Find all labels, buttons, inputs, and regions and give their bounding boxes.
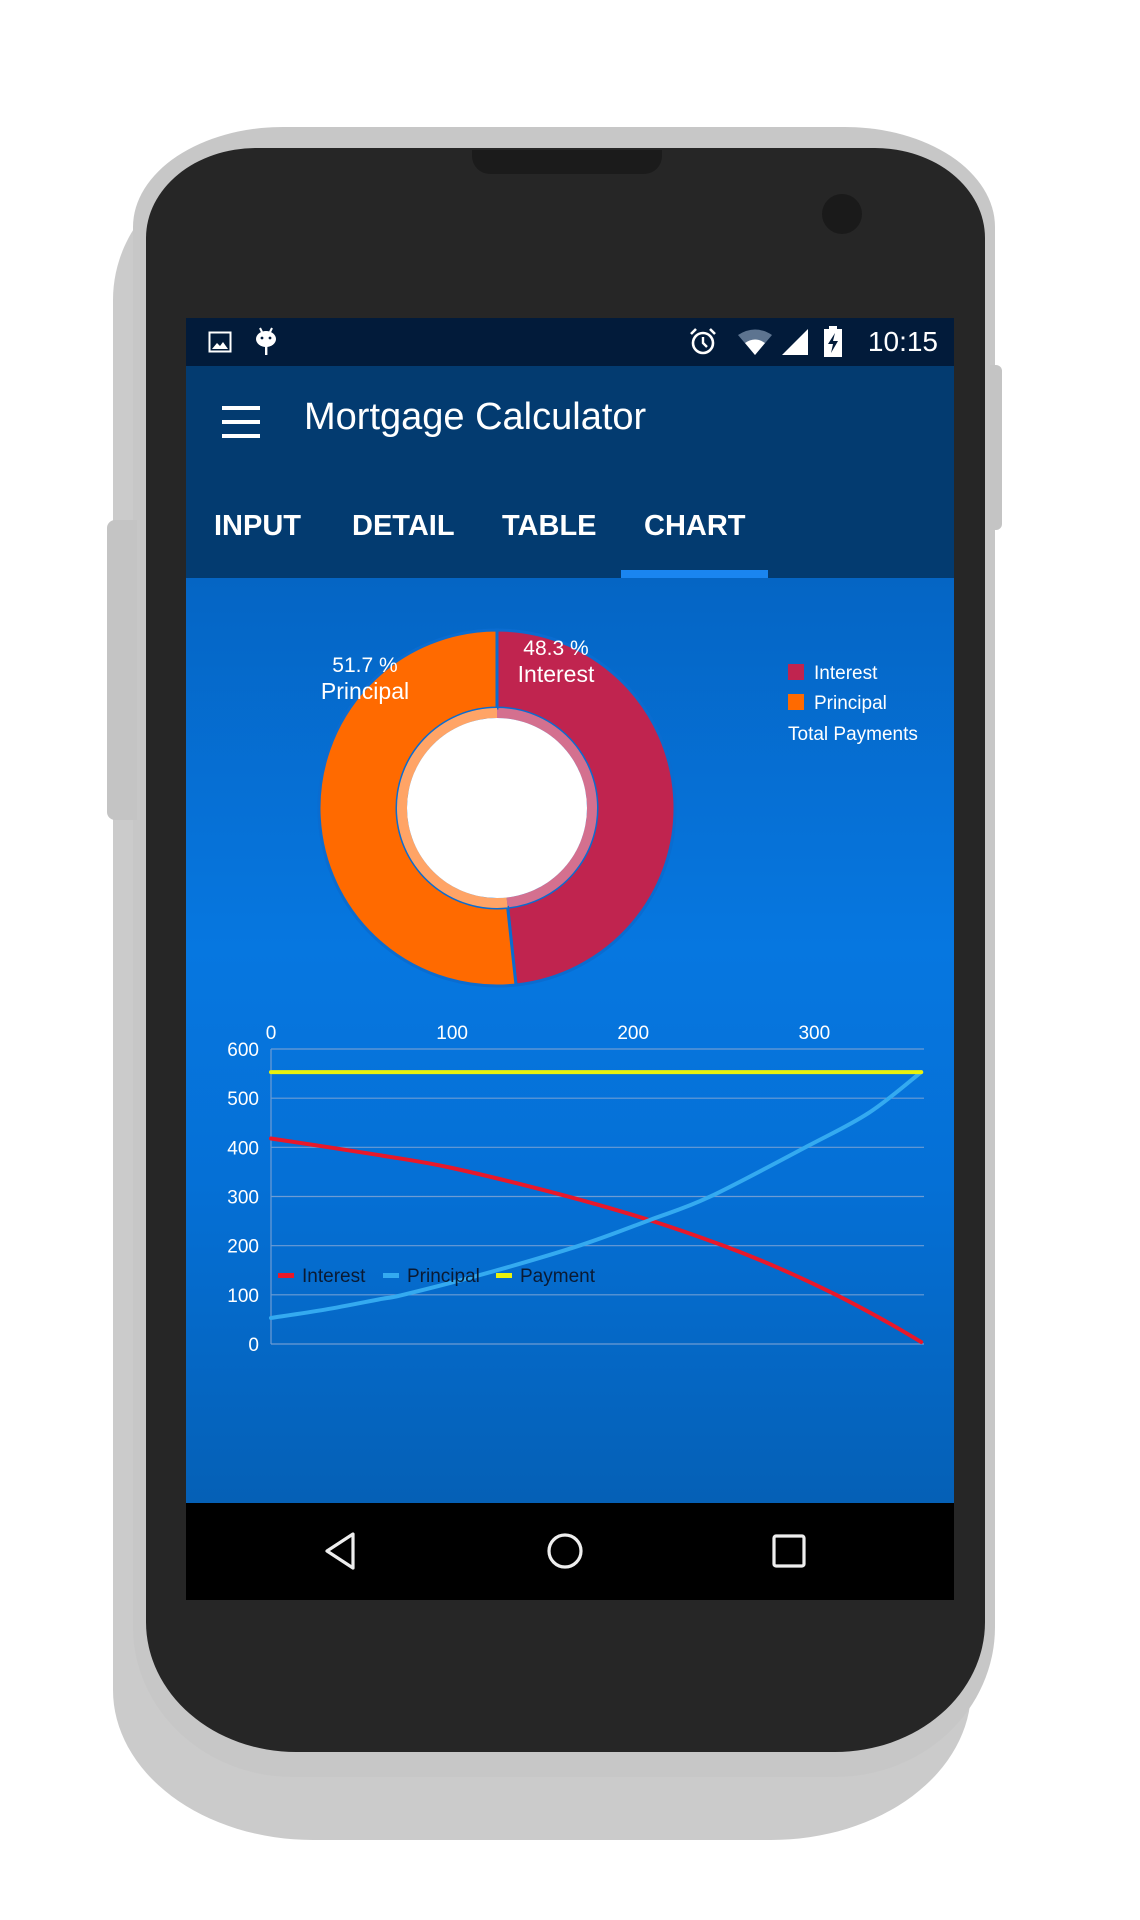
tab-bar: INPUT DETAIL TABLE CHART: [186, 480, 954, 578]
legend-label-line-interest: Interest: [302, 1266, 366, 1287]
home-circle-icon[interactable]: [535, 1523, 595, 1579]
legend-label-line-payment: Payment: [520, 1266, 596, 1287]
app-title: Mortgage Calculator: [304, 396, 647, 438]
alarm-icon: [686, 318, 720, 366]
y-tick-label: 100: [227, 1286, 259, 1307]
legend-swatch-interest: [788, 664, 804, 680]
x-tick-label: 100: [436, 1023, 468, 1044]
legend-label-principal: Principal: [814, 693, 887, 714]
android-debug-icon: [252, 318, 280, 366]
earpiece-speaker: [472, 150, 662, 174]
legend-swatch-line-payment: [496, 1273, 512, 1278]
donut-label-interest-name: Interest: [518, 661, 595, 687]
donut-label-interest-percent: 48.3 %: [523, 637, 588, 660]
charts-canvas: 48.3 % Interest 51.7 % Principal Interes…: [227, 628, 924, 1356]
y-tick-label: 600: [227, 1040, 259, 1061]
donut-label-principal-percent: 51.7 %: [332, 654, 397, 677]
power-button: [990, 365, 1002, 530]
battery-charging-icon: [822, 318, 844, 366]
volume-button: [107, 520, 137, 820]
donut-label-interest: 48.3 % Interest: [518, 637, 595, 687]
x-tick-label: 300: [798, 1023, 830, 1044]
legend-swatch-principal: [788, 694, 804, 710]
tab-table[interactable]: TABLE: [502, 510, 597, 543]
legend-swatch-line-interest: [278, 1273, 294, 1278]
legend-label-line-principal: Principal: [407, 1266, 480, 1287]
line-chart-series: [269, 1070, 924, 1345]
device-screen: 10:15 Mortgage Calculator INPUT DETAIL T…: [186, 318, 954, 1600]
line-chart-x-ticks: 0 100 200 300: [266, 1023, 830, 1044]
y-tick-label: 500: [227, 1089, 259, 1110]
app-bar: Mortgage Calculator INPUT DETAIL TABLE C…: [186, 366, 954, 578]
back-triangle-icon[interactable]: [310, 1523, 370, 1579]
tab-detail[interactable]: DETAIL: [352, 510, 455, 543]
hamburger-menu-icon[interactable]: [222, 406, 262, 440]
image-notification-icon: [206, 318, 234, 366]
cell-signal-icon: [780, 318, 810, 366]
y-tick-label: 0: [248, 1335, 259, 1356]
y-tick-label: 300: [227, 1188, 259, 1209]
donut-legend: Interest Principal Total Payments: [788, 663, 918, 745]
line-chart-legend: Interest Principal Payment: [278, 1266, 596, 1287]
tab-input[interactable]: INPUT: [214, 510, 301, 543]
line-chart-y-ticks: 0 100 200 300 400 500 600: [227, 1040, 259, 1356]
legend-caption-total-payments: Total Payments: [788, 724, 918, 745]
wifi-icon: [736, 318, 774, 366]
status-bar: 10:15: [186, 318, 954, 366]
x-tick-label: 0: [266, 1023, 277, 1044]
y-tick-label: 400: [227, 1138, 259, 1159]
donut-hole: [407, 718, 587, 898]
front-camera: [822, 194, 862, 234]
status-time: 10:15: [867, 326, 938, 357]
donut-label-principal-name: Principal: [321, 678, 409, 704]
chart-content: 48.3 % Interest 51.7 % Principal Interes…: [186, 578, 954, 1503]
donut-label-principal: 51.7 % Principal: [321, 654, 409, 704]
navigation-bar: [186, 1503, 954, 1600]
recents-square-icon[interactable]: [759, 1523, 819, 1579]
series-line-principal: [269, 1070, 924, 1320]
tab-chart[interactable]: CHART: [644, 510, 746, 543]
y-tick-label: 200: [227, 1237, 259, 1258]
legend-label-interest: Interest: [814, 663, 878, 684]
x-tick-label: 200: [617, 1023, 649, 1044]
legend-swatch-line-principal: [383, 1273, 399, 1278]
selected-tab-indicator: [621, 570, 768, 578]
